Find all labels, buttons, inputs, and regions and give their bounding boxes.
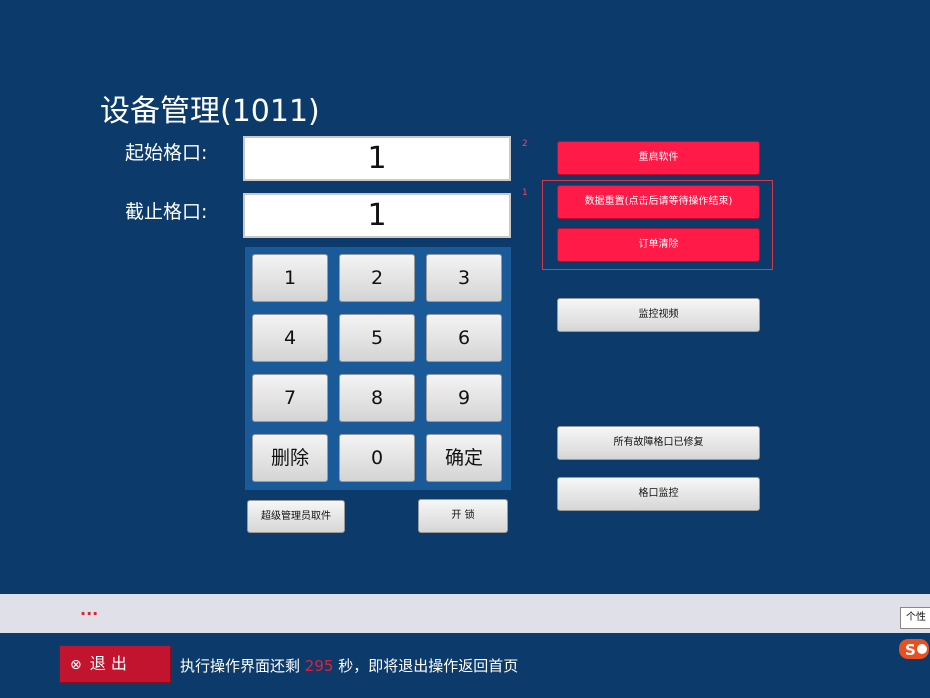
key-4[interactable]: 4 (252, 314, 328, 362)
ime-tooltip: 个性 (900, 607, 930, 629)
key-6[interactable]: 6 (426, 314, 502, 362)
key-1[interactable]: 1 (252, 254, 328, 302)
countdown-value: 295 (304, 657, 334, 675)
end-slot-label: 截止格口: (125, 201, 208, 223)
countdown-text: 执行操作界面还剩 295 秒，即将退出操作返回首页 (180, 655, 518, 676)
key-8[interactable]: 8 (339, 374, 415, 422)
countdown-prefix: 执行操作界面还剩 (180, 657, 301, 675)
delete-key[interactable]: 删除 (252, 434, 328, 482)
message-bar (0, 594, 930, 633)
confirm-key[interactable]: 确定 (426, 434, 502, 482)
restart-software-button[interactable]: 重启软件 (557, 141, 760, 175)
exit-label: 退 出 (89, 654, 127, 673)
data-reset-button[interactable]: 数据重置(点击后请等待操作结束) (557, 185, 760, 219)
message-text: ... (80, 600, 99, 619)
clear-orders-button[interactable]: 订单清除 (557, 228, 760, 262)
key-7[interactable]: 7 (252, 374, 328, 422)
key-3[interactable]: 3 (426, 254, 502, 302)
key-0[interactable]: 0 (339, 434, 415, 482)
admin-pickup-button[interactable]: 超级管理员取件 (247, 500, 345, 533)
all-faults-fixed-button[interactable]: 所有故障格口已修复 (557, 426, 760, 460)
slot-monitor-button[interactable]: 格口监控 (557, 477, 760, 511)
unlock-button[interactable]: 开 锁 (418, 499, 508, 533)
page-title: 设备管理(1011) (100, 94, 320, 129)
end-slot-field[interactable]: 1 (243, 193, 511, 238)
svg-text:S: S (905, 641, 916, 659)
start-slot-label: 起始格口: (125, 142, 208, 164)
key-5[interactable]: 5 (339, 314, 415, 362)
start-slot-marker: 2 (522, 139, 528, 149)
keypad-panel: 1 2 3 4 5 6 7 8 9 删除 0 确定 (245, 247, 511, 490)
countdown-suffix: 秒，即将退出操作返回首页 (338, 657, 519, 675)
end-slot-marker: 1 (522, 188, 528, 198)
start-slot-field[interactable]: 1 (243, 136, 511, 181)
sogou-ime-icon[interactable]: S (898, 637, 930, 661)
monitor-video-button[interactable]: 监控视频 (557, 298, 760, 332)
close-circle-icon: ⊗ (70, 657, 82, 673)
key-2[interactable]: 2 (339, 254, 415, 302)
key-9[interactable]: 9 (426, 374, 502, 422)
exit-button[interactable]: ⊗ 退 出 (59, 645, 171, 683)
